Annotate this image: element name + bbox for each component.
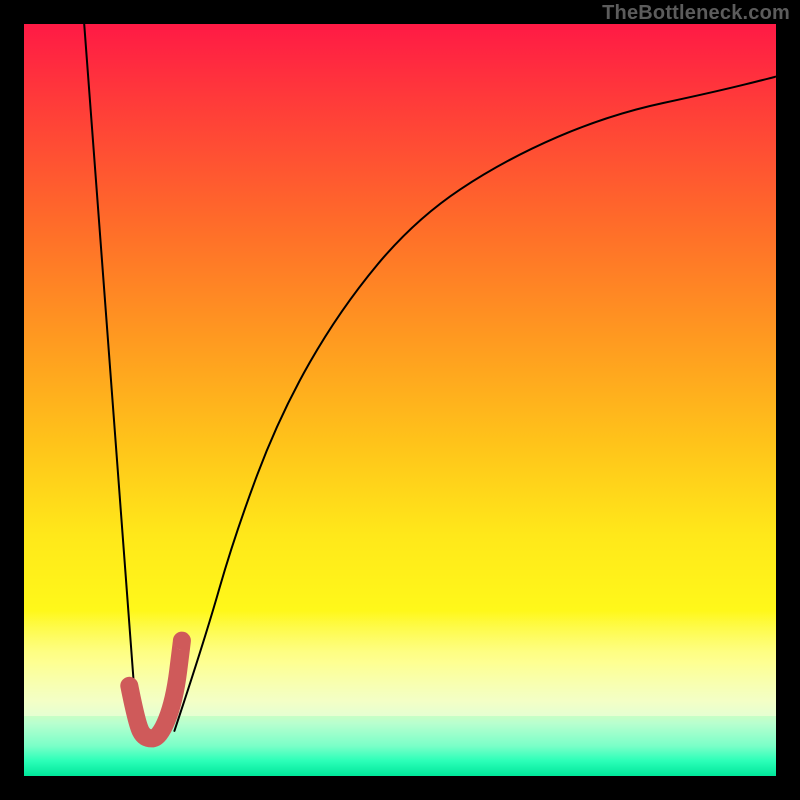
series-j-mark bbox=[129, 641, 182, 739]
series-right-ascent bbox=[174, 77, 776, 731]
plot-area bbox=[24, 24, 776, 776]
chart-frame: TheBottleneck.com bbox=[0, 0, 800, 800]
curve-layer bbox=[24, 24, 776, 776]
series-left-descent bbox=[84, 24, 137, 723]
attribution-label: TheBottleneck.com bbox=[602, 2, 790, 25]
